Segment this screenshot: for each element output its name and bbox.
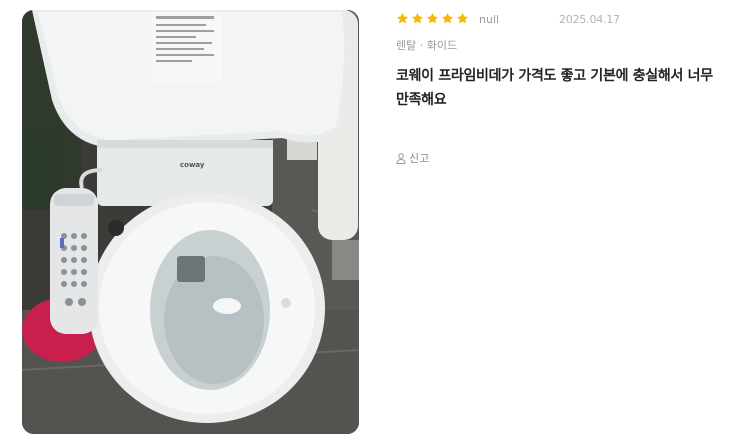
star-icon	[411, 12, 424, 24]
photo-brand-text: coway	[180, 161, 205, 169]
star-icon	[456, 12, 469, 24]
review-text: 코웨이 프라임비데가 가격도 좋고 기본에 충실해서 너무 만족해요	[396, 64, 716, 112]
review-text-line2: 만족해요	[396, 92, 447, 108]
toilet-bidet-image: coway	[22, 10, 359, 434]
review-date: 2025.04.17	[559, 13, 620, 26]
star-rating	[396, 12, 469, 25]
review-text-line1: 코웨이 프라임비데가 가격도 좋고 기본에 충실해서 너무	[396, 68, 713, 84]
user-report-icon	[396, 152, 406, 164]
purchase-option: 렌탈 · 화이드	[396, 39, 458, 52]
star-icon	[441, 12, 454, 24]
review-photo[interactable]: coway	[22, 10, 359, 434]
report-label: 신고	[409, 152, 430, 165]
report-button[interactable]: 신고	[396, 150, 429, 166]
review-meta: null 2025.04.17	[396, 12, 716, 28]
star-icon	[426, 12, 439, 24]
review-author: null	[479, 13, 500, 26]
star-icon	[396, 12, 409, 24]
